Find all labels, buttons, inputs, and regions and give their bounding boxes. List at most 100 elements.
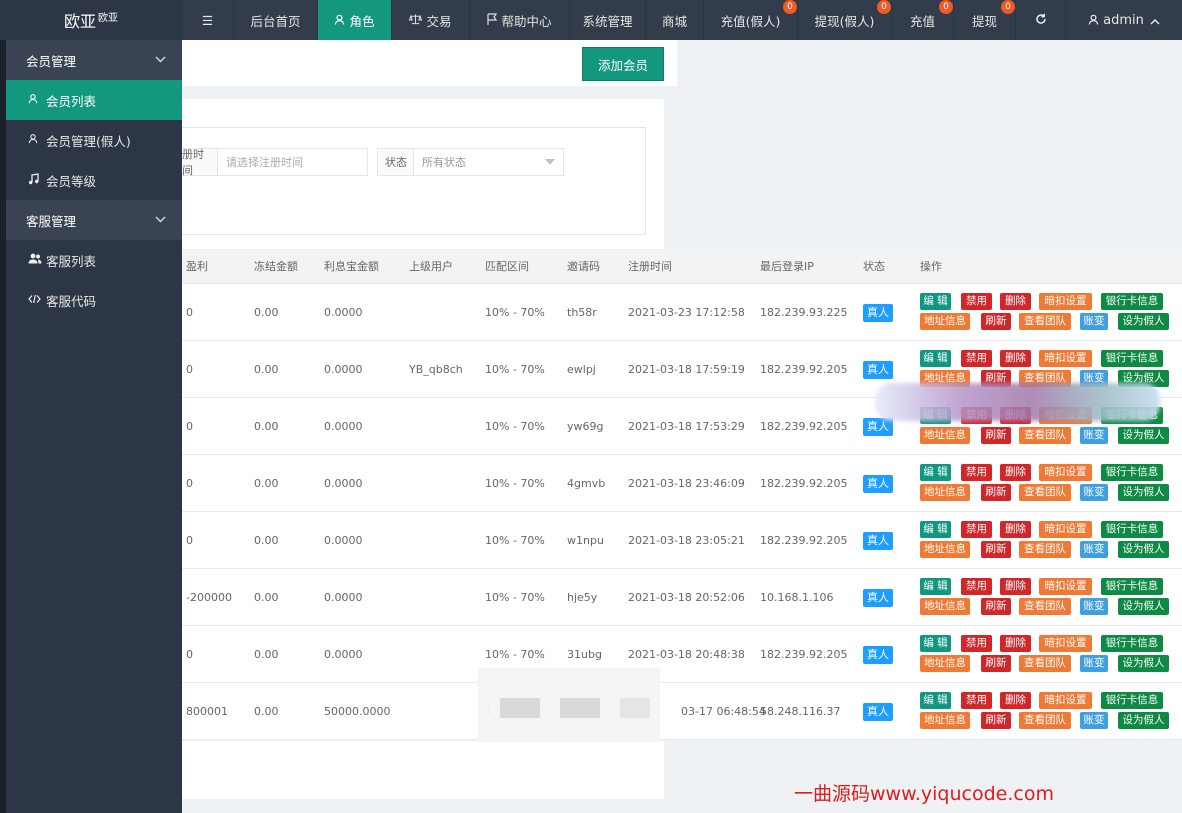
nav-roles[interactable]: 角色 xyxy=(318,0,392,40)
nav-shop[interactable]: 商城 xyxy=(646,0,704,40)
cell-profit: 0 xyxy=(186,648,193,661)
table-row: 8000010.0050000.0000103-17 06:48:5458.24… xyxy=(182,683,1182,740)
action-button[interactable]: 删除 xyxy=(1000,578,1031,595)
action-button[interactable]: 禁用 xyxy=(961,521,992,538)
action-button[interactable]: 银行卡信息 xyxy=(1101,350,1163,367)
action-button[interactable]: 禁用 xyxy=(961,635,992,652)
action-button[interactable]: 设为假人 xyxy=(1118,484,1169,501)
sidebar-item-member-list[interactable]: 会员列表 xyxy=(6,80,182,120)
action-button[interactable]: 暗扣设置 xyxy=(1039,578,1092,595)
action-button[interactable]: 查看团队 xyxy=(1019,655,1071,672)
action-button[interactable]: 查看团队 xyxy=(1019,712,1071,729)
action-button[interactable]: 账变 xyxy=(1080,484,1108,501)
action-button[interactable]: 账变 xyxy=(1080,313,1108,330)
action-button[interactable]: 银行卡信息 xyxy=(1101,293,1163,310)
sidebar-group-members[interactable]: 会员管理 xyxy=(0,40,182,80)
action-button[interactable]: 地址信息 xyxy=(920,427,970,444)
action-button[interactable]: 刷新 xyxy=(981,427,1011,444)
action-button[interactable]: 账变 xyxy=(1080,598,1108,615)
nav-help[interactable]: 帮助中心 xyxy=(470,0,570,40)
user-menu[interactable]: admin xyxy=(1066,0,1182,40)
action-button[interactable]: 删除 xyxy=(1000,692,1031,709)
nav-withdraw[interactable]: 提现 0 xyxy=(954,0,1016,40)
action-button[interactable]: 查看团队 xyxy=(1019,541,1071,558)
refresh-button[interactable] xyxy=(1016,0,1066,40)
action-button[interactable]: 银行卡信息 xyxy=(1101,635,1163,652)
reg-time-input[interactable]: 请选择注册时间 xyxy=(217,148,368,176)
action-button[interactable]: 刷新 xyxy=(981,598,1011,615)
sidebar-item-member-fake[interactable]: 会员管理(假人) xyxy=(0,120,182,160)
action-button[interactable]: 刷新 xyxy=(981,712,1011,729)
action-button[interactable]: 暗扣设置 xyxy=(1039,293,1092,310)
action-button[interactable]: 编 辑 xyxy=(920,692,951,709)
action-button[interactable]: 查看团队 xyxy=(1019,427,1071,444)
nav-withdraw-fake[interactable]: 提现(假人) 0 xyxy=(798,0,892,40)
action-button[interactable]: 刷新 xyxy=(981,541,1011,558)
action-button[interactable]: 删除 xyxy=(1000,464,1031,481)
action-button[interactable]: 设为假人 xyxy=(1118,313,1169,330)
action-button[interactable]: 地址信息 xyxy=(920,712,970,729)
action-button[interactable]: 查看团队 xyxy=(1019,484,1071,501)
add-member-button[interactable]: 添加会员 xyxy=(582,47,664,81)
action-button[interactable]: 账变 xyxy=(1080,655,1108,672)
action-button[interactable]: 地址信息 xyxy=(920,598,970,615)
action-button[interactable]: 编 辑 xyxy=(920,578,951,595)
action-button[interactable]: 编 辑 xyxy=(920,350,951,367)
action-button[interactable]: 禁用 xyxy=(961,692,992,709)
action-button[interactable]: 刷新 xyxy=(981,313,1011,330)
action-button[interactable]: 暗扣设置 xyxy=(1039,692,1092,709)
sidebar-item-member-level[interactable]: 会员等级 xyxy=(0,160,182,200)
action-button[interactable]: 银行卡信息 xyxy=(1101,692,1163,709)
action-button[interactable]: 银行卡信息 xyxy=(1101,464,1163,481)
nav-recharge[interactable]: 充值 0 xyxy=(892,0,954,40)
action-button[interactable]: 账变 xyxy=(1080,541,1108,558)
column-header: 注册时间 xyxy=(628,260,672,273)
action-button[interactable]: 禁用 xyxy=(961,578,992,595)
sidebar-item-service-list[interactable]: 客服列表 xyxy=(0,240,182,280)
action-button[interactable]: 账变 xyxy=(1080,427,1108,444)
action-button[interactable]: 设为假人 xyxy=(1118,655,1169,672)
action-button[interactable]: 地址信息 xyxy=(920,541,970,558)
action-button[interactable]: 禁用 xyxy=(961,293,992,310)
sidebar-group-service[interactable]: 客服管理 xyxy=(0,200,182,240)
action-button[interactable]: 删除 xyxy=(1000,521,1031,538)
nav-recharge-fake[interactable]: 充值(假人) 0 xyxy=(704,0,798,40)
action-button[interactable]: 设为假人 xyxy=(1118,598,1169,615)
action-button[interactable]: 设为假人 xyxy=(1118,541,1169,558)
action-button[interactable]: 刷新 xyxy=(981,484,1011,501)
action-button[interactable]: 删除 xyxy=(1000,350,1031,367)
action-button[interactable]: 编 辑 xyxy=(920,521,951,538)
action-button[interactable]: 编 辑 xyxy=(920,293,951,310)
action-button[interactable]: 银行卡信息 xyxy=(1101,521,1163,538)
action-button[interactable]: 刷新 xyxy=(981,655,1011,672)
action-button[interactable]: 设为假人 xyxy=(1118,712,1169,729)
action-button[interactable]: 编 辑 xyxy=(920,635,951,652)
action-button[interactable]: 暗扣设置 xyxy=(1039,350,1092,367)
action-button[interactable]: 地址信息 xyxy=(920,484,970,501)
nav-home[interactable]: 后台首页 xyxy=(234,0,318,40)
action-button[interactable]: 禁用 xyxy=(961,464,992,481)
action-button[interactable]: 地址信息 xyxy=(920,655,970,672)
sidebar: 会员管理 会员列表 会员管理(假人) 会员等级 客服管理 客服列表 客服代码 xyxy=(0,40,182,813)
action-button[interactable]: 账变 xyxy=(1080,712,1108,729)
status-badge: 真人 xyxy=(863,475,893,493)
action-button[interactable]: 查看团队 xyxy=(1019,598,1071,615)
action-button[interactable]: 设为假人 xyxy=(1118,427,1169,444)
action-button[interactable]: 编 辑 xyxy=(920,464,951,481)
nav-trade[interactable]: 交易 xyxy=(392,0,470,40)
action-button[interactable]: 暗扣设置 xyxy=(1039,464,1092,481)
action-button[interactable]: 暗扣设置 xyxy=(1039,635,1092,652)
menu-toggle-button[interactable]: ☰ xyxy=(182,0,234,40)
cell-reg-time: 2021-03-18 23:05:21 xyxy=(628,534,745,547)
action-button[interactable]: 地址信息 xyxy=(920,313,970,330)
action-button[interactable]: 删除 xyxy=(1000,635,1031,652)
status-select[interactable]: 所有状态 xyxy=(413,148,564,176)
table-row: 0 0.00 0.0000 10% - 70% 31ubg 2021-03-18 20:4… xyxy=(182,626,1182,683)
action-button[interactable]: 禁用 xyxy=(961,350,992,367)
action-button[interactable]: 银行卡信息 xyxy=(1101,578,1163,595)
sidebar-item-service-code[interactable]: 客服代码 xyxy=(0,280,182,320)
action-button[interactable]: 查看团队 xyxy=(1019,313,1071,330)
action-button[interactable]: 删除 xyxy=(1000,293,1031,310)
action-button[interactable]: 暗扣设置 xyxy=(1039,521,1092,538)
nav-system[interactable]: 系统管理 xyxy=(570,0,646,40)
